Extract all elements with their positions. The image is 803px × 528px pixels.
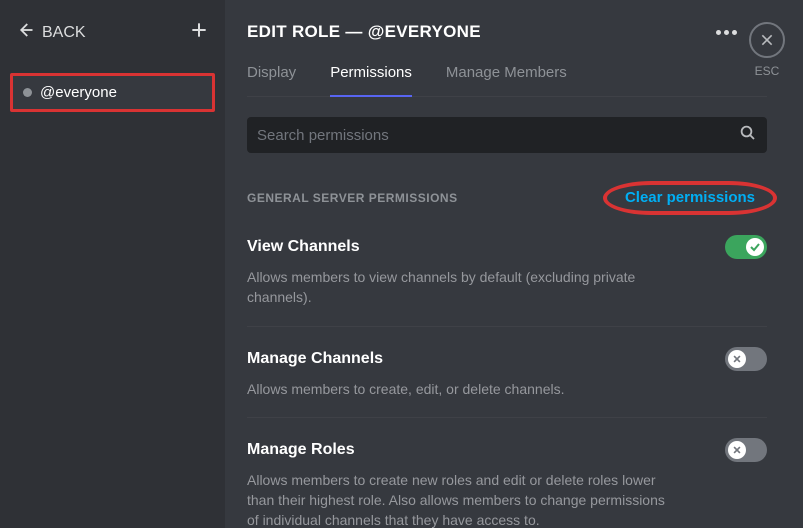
main-panel: EDIT ROLE — @EVERYONE ESC Display Permis… (225, 0, 803, 528)
role-name: @everyone (40, 84, 117, 101)
toggle-manage-roles[interactable] (725, 438, 767, 462)
back-label: BACK (42, 24, 86, 42)
close-button[interactable] (749, 22, 785, 58)
add-role-button[interactable] (189, 20, 209, 45)
permission-manage-roles: Manage Roles Allows members to create ne… (247, 418, 767, 528)
search-icon (739, 124, 757, 147)
permission-title: View Channels (247, 238, 360, 256)
more-options-button[interactable] (716, 30, 737, 35)
clear-permissions-link[interactable]: Clear permissions (615, 186, 765, 209)
role-color-dot (23, 88, 32, 97)
page-title: EDIT ROLE — @EVERYONE (247, 22, 767, 42)
tab-display[interactable]: Display (247, 64, 296, 96)
permission-title: Manage Roles (247, 441, 355, 459)
permission-view-channels: View Channels Allows members to view cha… (247, 215, 767, 327)
tab-permissions[interactable]: Permissions (330, 64, 412, 97)
section-title: GENERAL SERVER PERMISSIONS (247, 191, 458, 205)
sidebar-header: BACK (10, 20, 215, 61)
section-header: GENERAL SERVER PERMISSIONS Clear permiss… (247, 181, 767, 215)
check-icon (746, 238, 764, 256)
permission-desc: Allows members to create, edit, or delet… (247, 379, 667, 399)
toggle-manage-channels[interactable] (725, 347, 767, 371)
permission-desc: Allows members to create new roles and e… (247, 470, 667, 528)
permission-title: Manage Channels (247, 350, 383, 368)
roles-sidebar: BACK @everyone (0, 0, 225, 528)
highlight-ring: Clear permissions (603, 181, 777, 215)
x-icon (728, 350, 746, 368)
tabs: Display Permissions Manage Members (247, 64, 767, 97)
permission-desc: Allows members to view channels by defau… (247, 267, 667, 308)
x-icon (728, 441, 746, 459)
tab-manage-members[interactable]: Manage Members (446, 64, 567, 96)
permission-manage-channels: Manage Channels Allows members to create… (247, 327, 767, 418)
search-box (247, 117, 767, 153)
back-button[interactable]: BACK (16, 21, 86, 44)
esc-label: ESC (749, 64, 785, 78)
role-list-item-everyone[interactable]: @everyone (10, 73, 215, 112)
arrow-left-icon (16, 21, 34, 44)
close-wrap: ESC (749, 22, 785, 78)
toggle-view-channels[interactable] (725, 235, 767, 259)
search-input[interactable] (257, 127, 739, 144)
